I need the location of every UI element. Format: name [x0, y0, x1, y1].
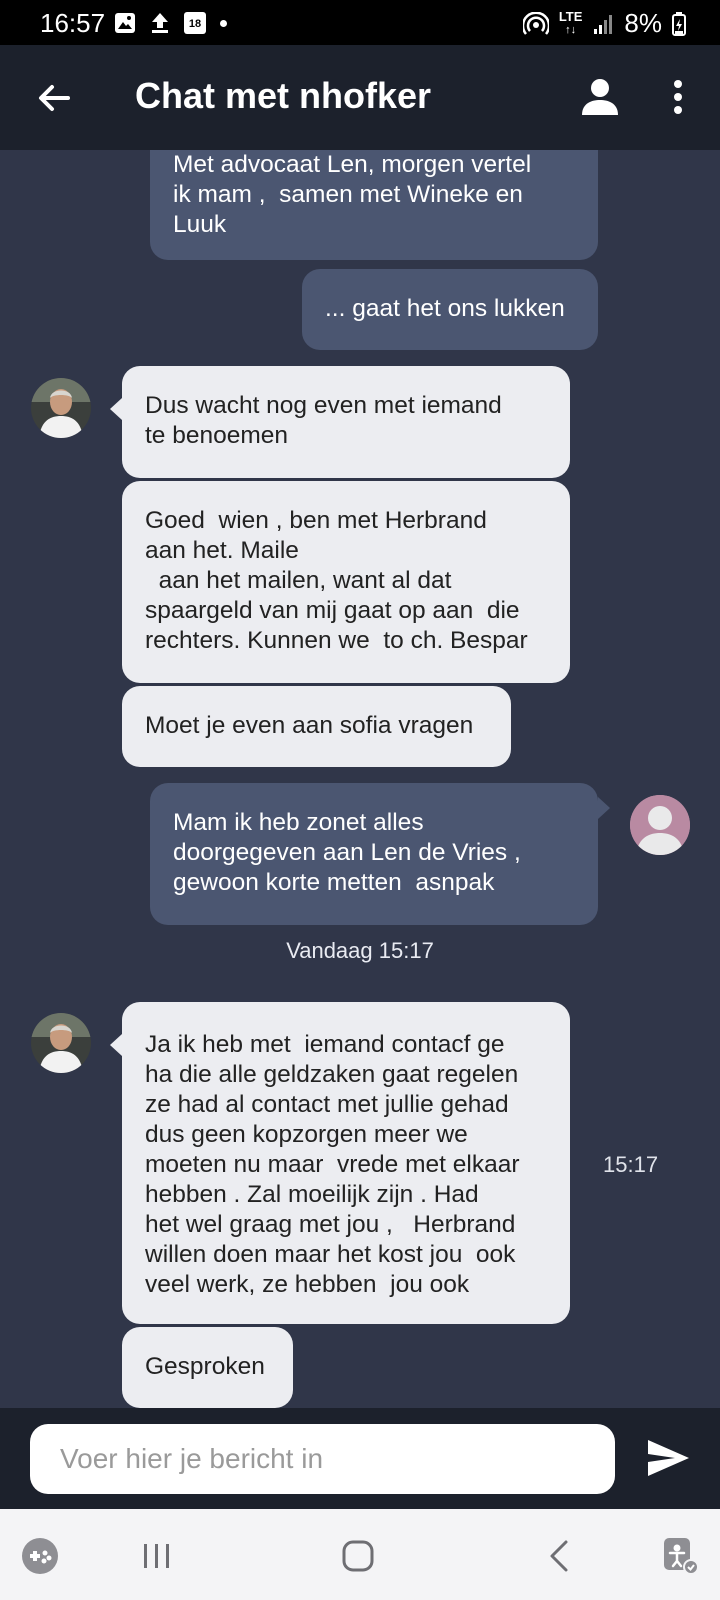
message-bubble-incoming[interactable]: Goed wien , ben met Herbrand aan het. Ma…	[122, 481, 570, 683]
game-launcher-icon[interactable]	[20, 1536, 60, 1576]
contact-avatar[interactable]	[31, 1013, 91, 1073]
message-bubble-outgoing[interactable]: Mam ik heb zonet alles doorgegeven aan L…	[150, 783, 598, 925]
default-avatar-icon	[630, 795, 690, 855]
send-icon[interactable]	[645, 1436, 691, 1480]
message-input[interactable]	[30, 1424, 615, 1494]
hotspot-icon	[522, 11, 549, 35]
system-navigation-bar	[0, 1509, 720, 1600]
gallery-icon	[115, 13, 135, 33]
status-system-icons: LTE ↑↓ 8%	[522, 8, 686, 39]
back-arrow-icon[interactable]	[32, 76, 76, 120]
status-time: 16:57	[40, 8, 106, 38]
message-bubble-outgoing[interactable]: Met advocaat Len, morgen vertel ik mam ,…	[150, 150, 598, 260]
message-bubble-incoming[interactable]: Gesproken	[122, 1327, 293, 1408]
status-bar: 16:57 18 LTE ↑↓ 8%	[0, 0, 720, 45]
message-bubble-incoming[interactable]: Dus wacht nog even met iemand te benoeme…	[122, 366, 570, 478]
contact-photo	[31, 378, 91, 438]
chat-message-list[interactable]: Met advocaat Len, morgen vertel ik mam ,…	[0, 150, 720, 1408]
person-icon[interactable]	[578, 75, 622, 119]
calendar-icon: 18	[184, 12, 206, 34]
app-bar: Chat met nhofker	[0, 45, 720, 150]
bubble-tail	[598, 797, 610, 819]
signal-icon	[594, 14, 613, 34]
nav-back-icon[interactable]	[540, 1536, 580, 1576]
dot-icon	[220, 19, 227, 27]
message-bubble-outgoing[interactable]: ... gaat het ons lukken	[302, 269, 598, 350]
message-bubble-incoming[interactable]: Ja ik heb met iemand contacf ge ha die a…	[122, 1002, 570, 1324]
home-icon[interactable]	[338, 1536, 378, 1576]
message-bubble-incoming[interactable]: Moet je even aan sofia vragen	[122, 686, 511, 767]
battery-percent: 8%	[624, 8, 662, 38]
status-notification-icons: 18	[114, 12, 227, 34]
message-composer	[0, 1408, 720, 1509]
contact-avatar[interactable]	[31, 378, 91, 438]
bubble-tail	[110, 398, 122, 420]
calendar-day: 18	[188, 18, 202, 30]
bubble-tail	[110, 1034, 122, 1056]
own-avatar[interactable]	[630, 795, 690, 855]
network-type: LTE ↑↓	[558, 9, 583, 36]
upload-icon	[152, 13, 168, 33]
message-timestamp: 15:17	[603, 1152, 659, 1177]
battery-icon	[672, 11, 686, 36]
page-title: Chat met nhofker	[135, 75, 432, 116]
more-vert-icon[interactable]	[664, 75, 692, 119]
date-separator: Vandaag 15:17	[286, 938, 434, 963]
recent-apps-icon[interactable]	[137, 1536, 177, 1576]
accessibility-icon[interactable]	[660, 1536, 700, 1576]
contact-photo	[31, 1013, 91, 1073]
